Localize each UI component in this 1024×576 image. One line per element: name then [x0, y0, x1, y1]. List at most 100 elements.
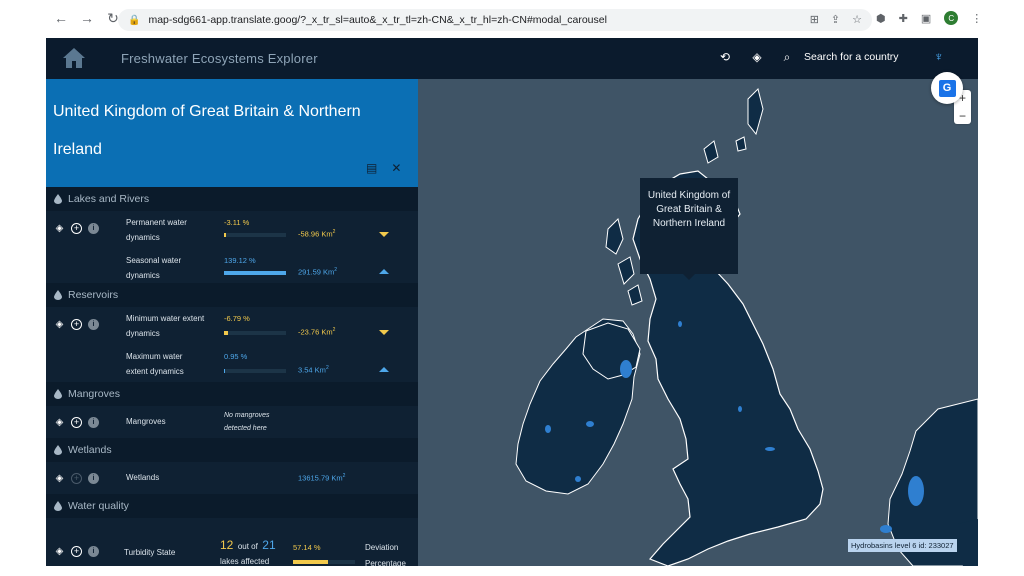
water-drop-icon: [54, 194, 62, 204]
section-title: Wetlands: [68, 444, 112, 456]
metric-label: Permanent water dynamics: [126, 218, 187, 242]
metric-area: -58.96 Km2: [298, 229, 336, 239]
metric-percent: 0.95 %: [224, 352, 248, 361]
section-wetlands[interactable]: Wetlands: [46, 438, 418, 462]
browser-toolbar: ← → ↻ 🔒 map-sdg661-app.translate.goog/?_…: [0, 0, 1024, 36]
water-quality-metrics: ◈ + i Turbidity State 12 out of 21 lakes…: [46, 518, 418, 566]
increase-arrow-icon: [379, 367, 389, 372]
add-layer-icon[interactable]: +: [71, 417, 82, 428]
address-bar[interactable]: 🔒 map-sdg661-app.translate.goog/?_x_tr_s…: [118, 9, 872, 31]
metric-row-seasonal: Seasonal water dynamics 139.12 % 291.59 …: [46, 249, 418, 287]
metric-label: Turbidity State: [124, 548, 176, 557]
info-icon[interactable]: i: [88, 223, 99, 234]
mangrove-note: No mangroves detected here: [224, 412, 270, 432]
puzzle-icon[interactable]: ✚: [899, 12, 908, 25]
decrease-arrow-icon: [379, 232, 389, 237]
metric-bar: [224, 271, 286, 275]
section-lakes-rivers[interactable]: Lakes and Rivers: [46, 187, 418, 211]
metric-label: Minimum water extent dynamics: [126, 314, 205, 338]
star-icon[interactable]: ☆: [852, 13, 862, 26]
add-layer-icon: +: [71, 473, 82, 484]
search-icon: ⌕: [783, 49, 791, 64]
water-drop-icon: [54, 501, 62, 511]
kebab-menu-icon[interactable]: ⋮: [971, 12, 982, 25]
layers-icon[interactable]: ◈: [54, 473, 65, 484]
metric-area: 3.54 Km2: [298, 365, 329, 375]
home-icon[interactable]: [62, 47, 86, 69]
history-icon[interactable]: ⟲: [718, 50, 732, 64]
app-header: Freshwater Ecosystems Explorer ⟲ ◈ ⌕ Sea…: [46, 38, 978, 79]
metric-percent: -3.11 %: [224, 218, 250, 227]
info-icon[interactable]: i: [88, 546, 99, 557]
metric-bar: [293, 560, 355, 564]
metric-area: 13615.79 Km2: [298, 473, 346, 483]
section-title: Mangroves: [68, 388, 120, 400]
mangrove-metrics: ◈ + i Mangroves No mangroves detected he…: [46, 406, 418, 438]
map[interactable]: [418, 79, 978, 566]
section-title: Lakes and Rivers: [68, 193, 150, 205]
water-drop-icon: [54, 445, 62, 455]
layers-icon[interactable]: ◈: [54, 319, 65, 330]
metric-row-minimum: ◈ + i Minimum water extent dynamics -6.7…: [46, 307, 418, 345]
close-icon[interactable]: ✕: [391, 161, 401, 175]
section-title: Reservoirs: [68, 289, 119, 301]
lock-icon: 🔒: [128, 14, 141, 26]
metric-percent: 139.12 %: [224, 256, 256, 265]
metric-bar: [224, 233, 286, 237]
metric-percent: 57.14 %: [293, 543, 321, 552]
add-layer-icon[interactable]: +: [71, 319, 82, 330]
deviation-label: Deviation Percentage: [365, 543, 406, 566]
turbidity-count: 12 out of 21: [220, 538, 276, 552]
metric-area: 291.59 Km2: [298, 267, 338, 277]
info-icon[interactable]: i: [88, 473, 99, 484]
metric-label: Mangroves: [126, 417, 166, 426]
back-arrow-icon[interactable]: ←: [52, 9, 70, 27]
sidepanel-icon[interactable]: ▣: [921, 12, 931, 25]
panel-header: United Kingdom of Great Britain & Northe…: [46, 79, 418, 187]
section-title: Water quality: [68, 500, 129, 512]
increase-arrow-icon: [379, 269, 389, 274]
search-label: Search for a country: [804, 51, 899, 63]
layers-icon[interactable]: ◈: [54, 546, 65, 557]
google-translate-button[interactable]: G: [931, 72, 963, 104]
section-water-quality[interactable]: Water quality: [46, 494, 418, 518]
metric-percent: -6.79 %: [224, 314, 250, 323]
extension-shield-icon[interactable]: ⬢: [876, 12, 886, 25]
water-drop-icon: [54, 290, 62, 300]
info-icon[interactable]: i: [88, 319, 99, 330]
url-text: map-sdg661-app.translate.goog/?_x_tr_sl=…: [148, 14, 607, 26]
water-drop-icon: [54, 389, 62, 399]
country-search[interactable]: ⌕ Search for a country: [780, 50, 899, 64]
app-frame: Freshwater Ecosystems Explorer ⟲ ◈ ⌕ Sea…: [46, 38, 978, 566]
translate-icon[interactable]: ⊞: [810, 13, 819, 26]
layers-icon[interactable]: ◈: [54, 417, 65, 428]
lakes-affected-label: lakes affected: [220, 557, 270, 566]
tooltip-arrow: [683, 274, 695, 280]
country-title: United Kingdom of Great Britain & Northe…: [53, 103, 361, 158]
metric-row-permanent: ◈ + i Permanent water dynamics -3.11 % -…: [46, 211, 418, 249]
decrease-arrow-icon: [379, 330, 389, 335]
hydrobasin-label: Hydrobasins level 6 id: 233027: [848, 539, 957, 552]
download-report-icon[interactable]: ▤: [366, 161, 377, 175]
info-icon[interactable]: i: [88, 417, 99, 428]
metric-area: -23.76 Km2: [298, 327, 336, 337]
layers-icon[interactable]: ◈: [54, 223, 65, 234]
metric-row-maximum: Maximum water extent dynamics 0.95 % 3.5…: [46, 345, 418, 383]
forward-arrow-icon[interactable]: →: [78, 9, 96, 27]
add-layer-icon[interactable]: +: [71, 546, 82, 557]
lakes-metrics: ◈ + i Permanent water dynamics -3.11 % -…: [46, 211, 418, 283]
wetland-metrics: ◈ + i Wetlands 13615.79 Km2: [46, 462, 418, 494]
google-translate-icon: G: [938, 79, 956, 97]
reservoir-metrics: ◈ + i Minimum water extent dynamics -6.7…: [46, 307, 418, 382]
layers-icon[interactable]: ◈: [750, 50, 764, 64]
metric-label: Maximum water extent dynamics: [126, 352, 184, 376]
avatar[interactable]: C: [944, 11, 959, 25]
section-mangroves[interactable]: Mangroves: [46, 382, 418, 406]
metric-label: Wetlands: [126, 473, 160, 482]
share-icon[interactable]: ⇪: [831, 13, 840, 26]
metric-bar: [224, 331, 286, 335]
app-title: Freshwater Ecosystems Explorer: [121, 51, 318, 66]
lightbulb-icon[interactable]: ♆: [934, 49, 944, 64]
add-layer-icon[interactable]: +: [71, 223, 82, 234]
zoom-out-button[interactable]: −: [959, 109, 966, 123]
